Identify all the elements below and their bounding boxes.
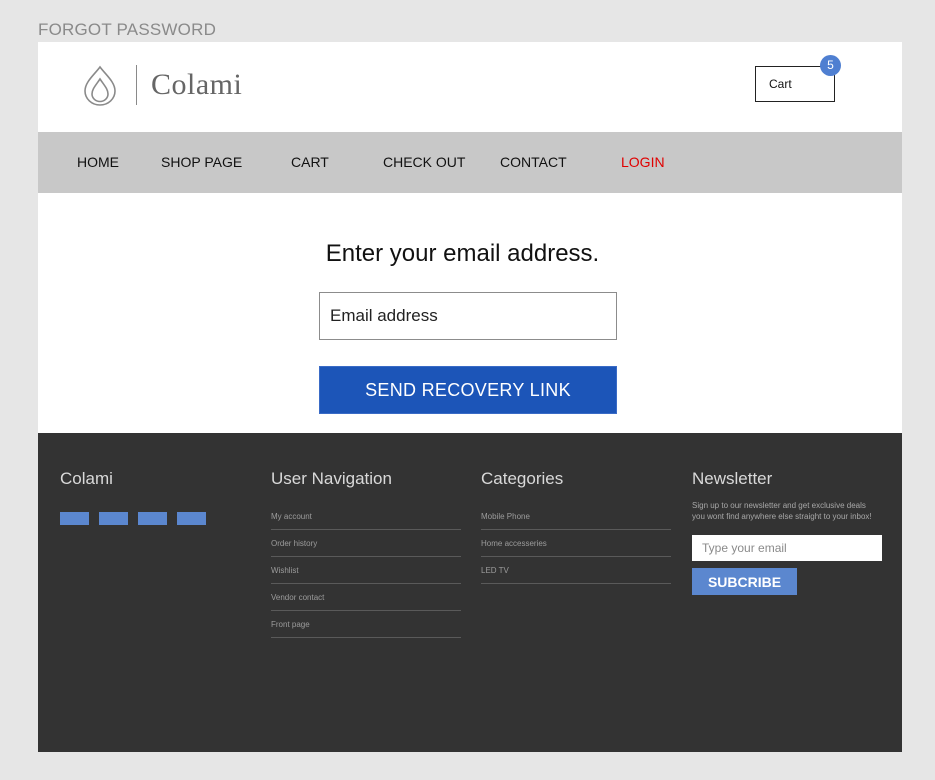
footer-brand: Colami (60, 469, 113, 488)
header: Colami Cart 5 (38, 42, 902, 132)
user-navigation-title: User Navigation (271, 469, 392, 488)
main-nav: HOME SHOP PAGE CART CHECK OUT CONTACT LO… (38, 132, 902, 193)
newsletter-email-input[interactable] (692, 535, 882, 561)
nav-contact[interactable]: CONTACT (500, 154, 567, 170)
nav-login[interactable]: LOGIN (621, 154, 665, 170)
social-icon[interactable] (177, 512, 206, 525)
footer-link-my-account[interactable]: My account (271, 503, 461, 530)
footer-link-order-history[interactable]: Order history (271, 530, 461, 557)
footer-link-home-accesseries[interactable]: Home accesseries (481, 530, 671, 557)
categories-title: Categories (481, 469, 564, 488)
social-icon[interactable] (60, 512, 89, 525)
nav-shop-page[interactable]: SHOP PAGE (161, 154, 242, 170)
drop-logo-icon (84, 65, 116, 106)
footer-link-wishlist[interactable]: Wishlist (271, 557, 461, 584)
send-recovery-link-button[interactable]: SEND RECOVERY LINK (319, 366, 617, 414)
newsletter-description: Sign up to our newsletter and get exclus… (692, 501, 872, 521)
brand-name: Colami (151, 68, 243, 101)
footer: Colami User Navigation My account Order … (38, 433, 902, 752)
cart-count-badge: 5 (820, 55, 841, 76)
footer-newsletter: Newsletter Sign up to our newsletter and… (692, 469, 882, 595)
nav-cart[interactable]: CART (291, 154, 329, 170)
cart-label: Cart (769, 77, 792, 91)
footer-link-mobile-phone[interactable]: Mobile Phone (481, 503, 671, 530)
social-icon[interactable] (138, 512, 167, 525)
newsletter-title: Newsletter (692, 469, 773, 488)
page-title: Enter your email address. (325, 240, 600, 267)
logo-divider (136, 65, 137, 105)
page-frame: Colami Cart 5 HOME SHOP PAGE CART CHECK … (38, 42, 902, 752)
logo[interactable]: Colami (80, 64, 242, 106)
footer-link-led-tv[interactable]: LED TV (481, 557, 671, 584)
email-field[interactable] (319, 292, 617, 340)
categories-list: Mobile Phone Home accesseries LED TV (481, 503, 671, 584)
nav-check-out[interactable]: CHECK OUT (383, 154, 465, 170)
footer-user-navigation: User Navigation My account Order history… (271, 469, 461, 638)
user-navigation-list: My account Order history Wishlist Vendor… (271, 503, 461, 638)
page-label: FORGOT PASSWORD (38, 20, 217, 39)
nav-home[interactable]: HOME (77, 154, 119, 170)
footer-brand-column: Colami (60, 469, 206, 525)
footer-link-vendor-contact[interactable]: Vendor contact (271, 584, 461, 611)
social-links (60, 512, 206, 525)
social-icon[interactable] (99, 512, 128, 525)
subscribe-button[interactable]: SUBCRIBE (692, 568, 797, 595)
footer-link-front-page[interactable]: Front page (271, 611, 461, 638)
footer-categories: Categories Mobile Phone Home accesseries… (481, 469, 671, 584)
